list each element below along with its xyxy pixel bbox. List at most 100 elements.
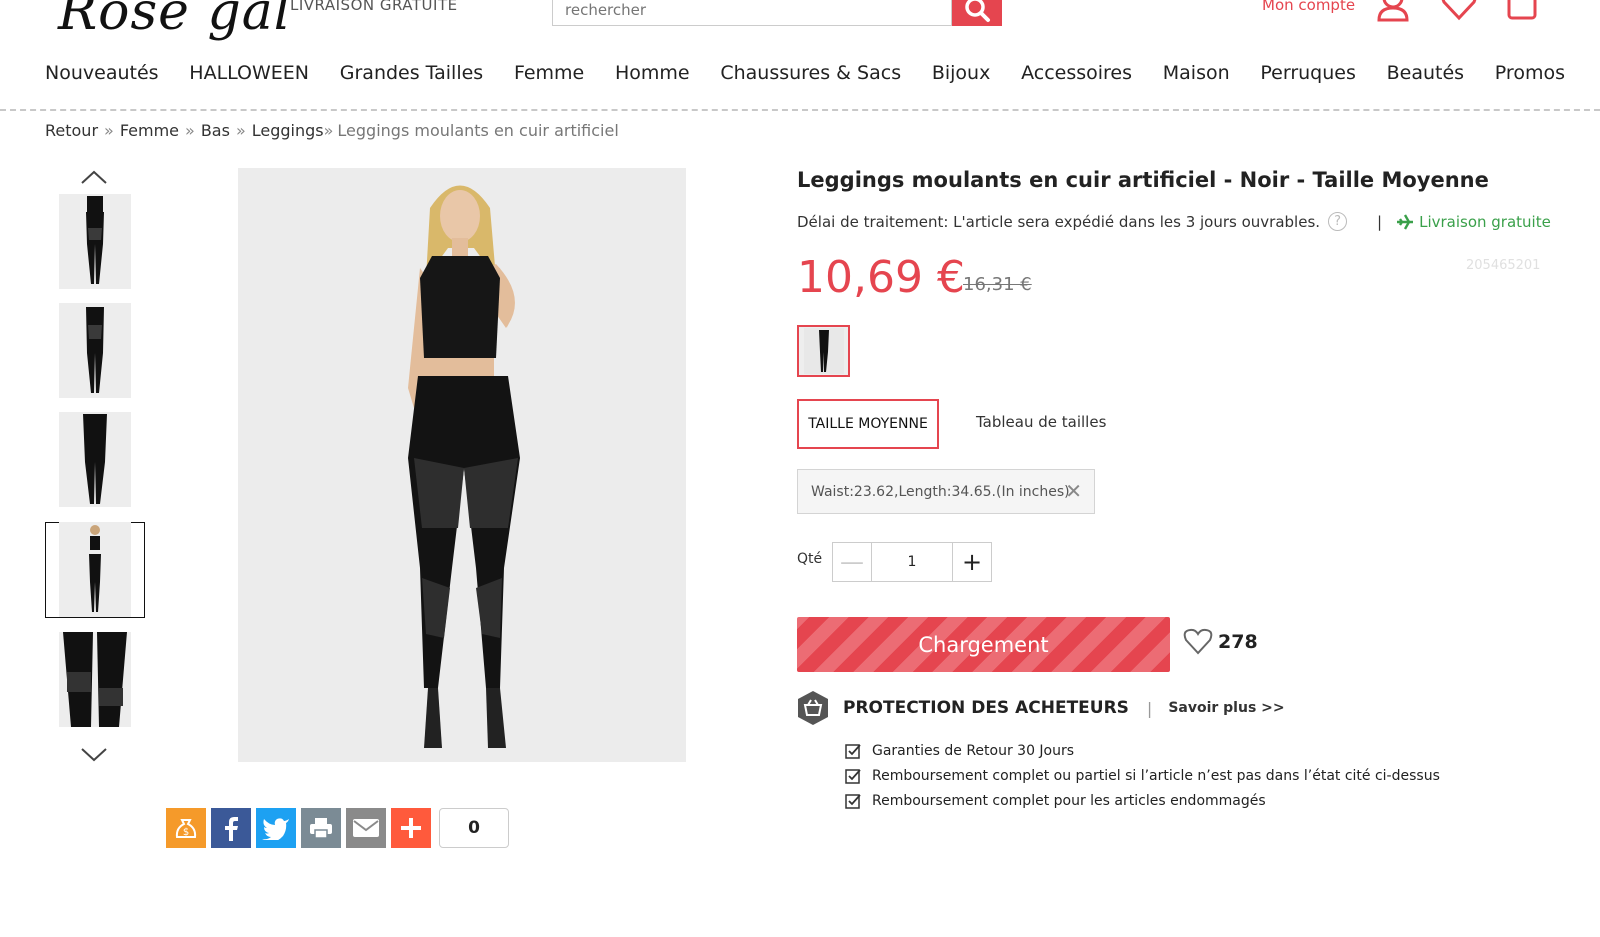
main-nav: Nouveautés HALLOWEEN Grandes Tailles Fem… [45,62,1565,84]
current-price: 10,69 € [797,252,965,303]
divider: | [1377,212,1383,231]
share-facebook-button[interactable] [211,808,251,848]
svg-text:$: $ [183,827,189,838]
plane-icon [1397,213,1414,230]
breadcrumb-current: Leggings moulants en cuir artificiel [337,121,619,140]
product-photo [408,185,520,748]
search-input[interactable] [553,0,951,25]
search-icon [965,0,990,22]
heart-icon [1183,628,1213,655]
divider: | [1146,698,1153,718]
share-money-button[interactable]: $ [166,808,206,848]
nav-item-homme[interactable]: Homme [615,62,690,84]
thumbnail-image [89,525,101,612]
share-email-button[interactable] [346,808,386,848]
account-link[interactable]: Mon compte [1262,0,1355,14]
color-swatch-noir[interactable] [797,325,850,377]
thumbs-down-arrow-icon[interactable] [80,746,108,764]
swatch-image [803,328,844,374]
breadcrumb-link-retour[interactable]: Retour [45,121,98,140]
product-thumbnail-2[interactable] [59,303,131,398]
breadcrumb-link-leggings[interactable]: Leggings [252,121,324,140]
printer-icon [310,818,332,839]
protection-item: Garanties de Retour 30 Jours [845,738,1557,763]
protection-item-text: Garanties de Retour 30 Jours [872,742,1075,759]
nav-divider [0,109,1600,111]
nav-item-promos[interactable]: Promos [1495,62,1565,84]
search-button[interactable] [952,0,1002,26]
processing-row: Délai de traitement: L'article sera expé… [797,212,1551,231]
nav-item-maison[interactable]: Maison [1163,62,1230,84]
share-more-button[interactable] [391,808,431,848]
protection-title: PROTECTION DES ACHETEURS [843,698,1129,718]
thumbnail-image [63,632,127,727]
nav-item-femme[interactable]: Femme [514,62,584,84]
add-to-cart-button[interactable]: Chargement [797,617,1170,672]
facebook-icon [225,817,238,841]
breadcrumb-sep: » [185,121,195,140]
breadcrumb: Retour» Femme» Bas» Leggings» Leggings moula… [45,121,619,140]
breadcrumb-link-femme[interactable]: Femme [120,121,179,140]
thumbs-up-arrow-icon[interactable] [80,168,108,186]
share-bar: $ 0 [166,808,509,848]
breadcrumb-sep: » [104,121,114,140]
thumbnail-image [86,196,104,284]
protection-item: Remboursement complet pour les articles … [845,788,1557,813]
share-print-button[interactable] [301,808,341,848]
twitter-icon [262,818,289,840]
protection-item-text: Remboursement complet pour les articles … [872,792,1266,809]
nav-item-perruques[interactable]: Perruques [1260,62,1356,84]
quantity-stepper: — + [832,542,992,582]
product-title: Leggings moulants en cuir artificiel - N… [797,168,1489,192]
nav-item-chaussures-sacs[interactable]: Chaussures & Sacs [720,62,901,84]
nav-item-accessoires[interactable]: Accessoires [1021,62,1132,84]
product-thumbnail-5[interactable] [59,632,131,727]
thumbnail-image [83,414,107,504]
share-count: 0 [439,808,509,848]
size-info-box: Waist:23.62,Length:34.65.(In inches) ✕ [797,469,1095,514]
nav-item-nouveautes[interactable]: Nouveautés [45,62,159,84]
original-price: 16,31 € [963,274,1032,295]
nav-item-bijoux[interactable]: Bijoux [932,62,991,84]
buyer-protection: PROTECTION DES ACHETEURS | Savoir plus >… [797,690,1557,813]
wishlist-count: 278 [1218,631,1258,653]
breadcrumb-link-bas[interactable]: Bas [201,121,230,140]
help-icon[interactable]: ? [1328,212,1348,231]
wishlist-button[interactable]: 278 [1183,628,1258,656]
checkbox-checked-icon [845,768,861,784]
plus-icon [401,818,421,838]
thumbnail-image [86,307,104,393]
wishlist-heart-icon[interactable] [1440,0,1478,22]
size-option-medium[interactable]: TAILLE MOYENNE [797,399,939,449]
protection-item: Remboursement complet ou partiel si l’ar… [845,763,1557,788]
quantity-input[interactable] [872,542,952,582]
search-field[interactable] [552,0,952,26]
close-icon[interactable]: ✕ [1065,479,1082,503]
user-icon[interactable] [1376,0,1410,22]
learn-more-link[interactable]: Savoir plus >> [1168,700,1284,716]
share-twitter-button[interactable] [256,808,296,848]
money-bag-icon: $ [175,819,197,838]
shield-basket-icon [798,691,828,725]
product-thumbnail-4[interactable] [59,522,131,617]
nav-item-beautes[interactable]: Beautés [1387,62,1464,84]
product-thumbnail-3[interactable] [59,412,131,507]
envelope-icon [353,819,379,837]
nav-item-grandes-tailles[interactable]: Grandes Tailles [340,62,483,84]
site-logo[interactable]: Rose gal [58,0,291,42]
protection-item-text: Remboursement complet ou partiel si l’ar… [872,767,1440,784]
quantity-decrease-button[interactable]: — [832,542,872,582]
cart-icon[interactable] [1506,0,1538,22]
size-chart-link[interactable]: Tableau de tailles [976,413,1106,431]
product-main-image[interactable] [238,168,686,762]
nav-item-halloween[interactable]: HALLOWEEN [189,62,309,84]
checkbox-checked-icon [845,743,861,759]
breadcrumb-sep: » [323,121,334,140]
product-thumbnail-1[interactable] [59,194,131,289]
quantity-label: Qté [797,551,823,567]
checkbox-checked-icon [845,793,861,809]
quantity-increase-button[interactable]: + [952,542,992,582]
breadcrumb-sep: » [235,121,246,140]
size-info-text: Waist:23.62,Length:34.65.(In inches) [811,483,1070,500]
product-sku: 205465201 [1466,258,1541,273]
